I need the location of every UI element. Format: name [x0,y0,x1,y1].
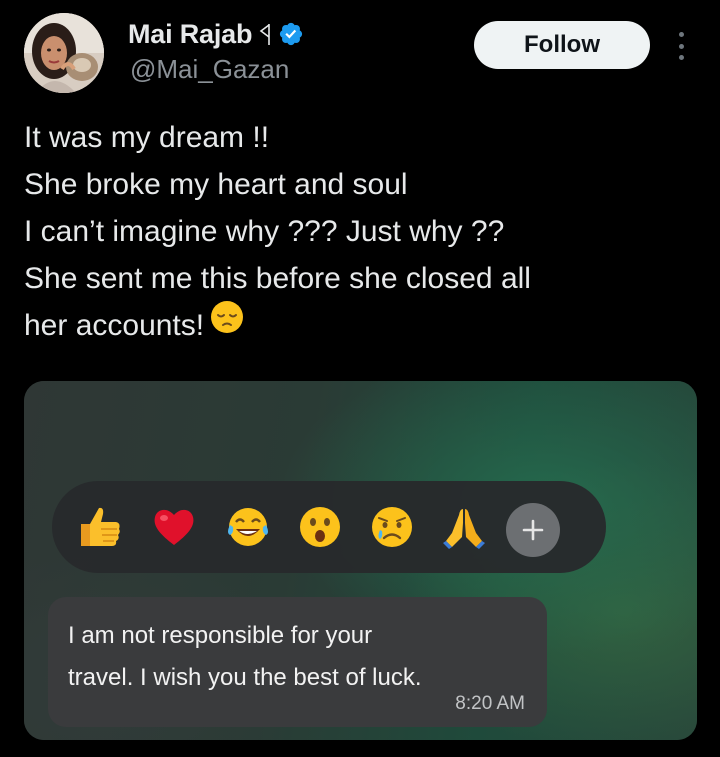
name-row: Mai Rajab [128,16,304,52]
tweet-line-last: her accounts! [24,300,704,351]
pensive-face-icon [210,300,244,348]
thumbs-up-icon[interactable] [74,501,126,553]
avatar[interactable] [24,13,104,93]
display-name[interactable]: Mai Rajab [128,19,252,50]
plus-icon[interactable] [506,503,560,557]
message-bubble[interactable]: I am not responsible for your travel. I … [48,597,547,727]
tweet-line-text: her accounts! [24,309,205,342]
profile-photo-icon [24,13,104,93]
tears-of-joy-icon[interactable] [222,501,274,553]
crying-face-icon[interactable] [366,501,418,553]
tweet-line: I can’t imagine why ??? Just why ?? [24,215,505,248]
surprised-face-icon[interactable] [294,501,346,553]
message-text: I am not responsible for your travel. I … [68,615,538,699]
tweet-line: She broke my heart and soul [24,168,408,201]
tweet-line: It was my dream !! [24,121,270,154]
red-heart-icon[interactable] [148,501,200,553]
more-vertical-icon[interactable] [674,32,688,60]
tweet-header: Mai Rajab @Mai_Gazan Follow [0,0,720,100]
tweet-line: She sent me this before she closed all [24,262,531,295]
media-screenshot[interactable]: I am not responsible for your travel. I … [24,381,697,740]
message-time: 8:20 AM [455,693,525,714]
message-line: I am not responsible for your [68,622,373,649]
dot [678,32,684,37]
dot [678,43,684,49]
folded-hands-icon[interactable] [438,501,490,553]
tweet-text: It was my dream !! She broke my heart an… [24,114,704,351]
dot [678,55,684,60]
verified-badge-icon [278,21,304,47]
flag-icon [258,21,272,47]
follow-button[interactable]: Follow [474,21,650,69]
user-handle[interactable]: @Mai_Gazan [130,54,289,85]
